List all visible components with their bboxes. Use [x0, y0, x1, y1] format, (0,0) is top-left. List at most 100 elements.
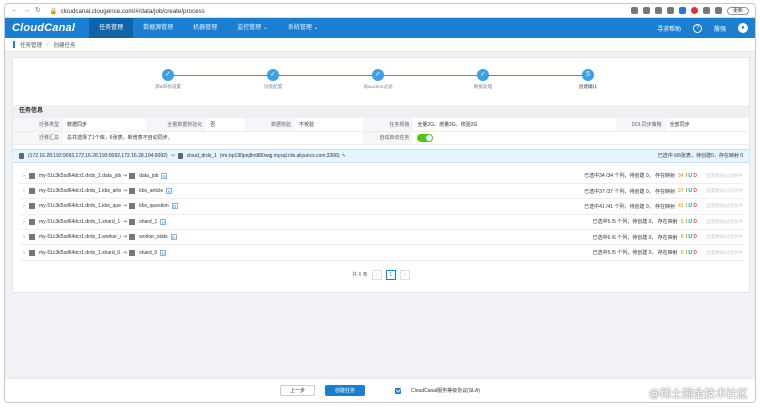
filter-link[interactable]: 配置数据过滤条件 — [703, 234, 743, 240]
chevron-right-icon[interactable]: › — [19, 219, 29, 225]
chevron-right-icon[interactable]: › — [19, 234, 29, 240]
edit-tag-icon[interactable]: R — [166, 188, 173, 195]
table-source: my-51c3k5sd64dcr1.drds_1.worker_stats — [39, 234, 121, 241]
info-value: 否 — [206, 118, 245, 132]
edit-tag-icon[interactable]: R — [170, 234, 177, 241]
sla-checkbox[interactable] — [395, 387, 402, 394]
chevron-right-icon[interactable]: › — [19, 188, 29, 194]
extension-red-icon[interactable] — [690, 7, 698, 14]
table-target: data_job — [139, 172, 159, 179]
sla-link[interactable]: CloudCanal服务等级协议(SLA) — [411, 387, 480, 394]
filter-link[interactable]: 配置数据过滤条件 — [703, 173, 743, 179]
edit-tag-icon[interactable]: R — [171, 203, 178, 210]
table-icon — [129, 172, 136, 179]
auto-start-toggle[interactable] — [417, 133, 434, 142]
step-label: 创建确认 — [578, 84, 598, 89]
table-icon — [29, 188, 35, 195]
database-icon — [177, 152, 183, 159]
reload-icon[interactable]: ↻ — [35, 7, 41, 14]
edit-tag-icon[interactable]: R — [160, 249, 167, 256]
nav-item-system[interactable]: 系统管理 ⌄ — [278, 18, 329, 38]
table-icon — [29, 172, 35, 179]
footer-bar: 上一步 创建任务 CloudCanal服务等级协议(SLA) — [5, 378, 755, 402]
create-task-button[interactable]: 创建任务 — [325, 385, 366, 396]
edit-tag-icon[interactable]: R — [161, 172, 168, 179]
action-badges: 41 I U D — [678, 203, 697, 210]
prev-page-button[interactable]: ‹ — [371, 269, 382, 280]
table-source: my-51c3k5sd64dcr1.drds_1.data_job — [39, 172, 121, 179]
edit-tag-icon[interactable]: R — [160, 218, 167, 225]
filter-link[interactable]: 配置数据过滤条件 — [703, 219, 743, 225]
table-icon — [129, 188, 136, 195]
info-value: 不校验 — [294, 118, 364, 132]
table-stat: 已选中5 /5 个列，待创建 0， 存在映射 — [592, 219, 678, 226]
arrow-right-icon: ⇒ — [123, 203, 128, 210]
key-icon[interactable] — [630, 7, 638, 14]
table-icon — [29, 203, 35, 210]
table-stat: 已选中41 /41 个列，待创建 0， 存在映射 — [584, 203, 676, 210]
table-row[interactable]: › my-51c3k5sd64dcr1.drds_1.shard_0 ⇒ sha… — [19, 245, 743, 261]
table-row[interactable]: › my-51c3k5sd64dcr1.drds_1.kbs_article ⇒… — [19, 184, 743, 200]
table-icon — [129, 249, 136, 256]
table-row[interactable]: › my-51c3k5sd64dcr1.drds_1.kbs_question … — [19, 199, 743, 215]
table-stat: 已选中5 /5 个列，待创建 0， 存在映射 — [592, 250, 678, 257]
info-value: 全量2G、增量2G、校验2G — [413, 118, 616, 132]
info-key: 任务规格 — [363, 118, 414, 132]
profile-icon[interactable] — [714, 7, 722, 14]
chevron-right-icon[interactable]: › — [19, 203, 29, 209]
table-icon — [29, 249, 35, 256]
user-name[interactable]: 殷强 — [714, 24, 726, 33]
puzzle-icon[interactable] — [702, 7, 710, 14]
chevron-right-icon[interactable]: › — [19, 173, 29, 179]
nav-item-monitor[interactable]: 监控管理 ⌄ — [227, 18, 278, 38]
star-icon[interactable] — [654, 7, 662, 14]
question-icon[interactable]: ? — [692, 23, 702, 33]
step-label: 数据处理 — [473, 84, 493, 89]
translate-icon[interactable] — [642, 7, 650, 14]
table-row[interactable]: › my-51c3k5sd64dcr1.drds_1.shard_1 ⇒ sha… — [19, 215, 743, 231]
info-key: 数据校验 — [244, 118, 295, 132]
nav-item-datasources[interactable]: 数据源管理 — [133, 18, 183, 38]
auto-start-cell — [413, 131, 749, 145]
nav-item-machines[interactable]: 机器管理 — [183, 18, 227, 38]
table-icon — [29, 234, 35, 241]
arrow-right-icon: ⇒ — [123, 188, 128, 195]
check-icon: ✓ — [162, 69, 174, 81]
prev-step-button[interactable]: 上一步 — [280, 385, 316, 396]
table-source: my-51c3k5sd64dcr1.drds_1.kbs_article — [39, 188, 121, 195]
arrow-right-icon: ⇒ — [170, 152, 175, 159]
breadcrumb-separator: / — [47, 41, 49, 48]
edit-icon[interactable]: ✎ — [342, 153, 346, 159]
breadcrumb: 任务管理 / 创建任务 — [5, 38, 755, 52]
filter-link[interactable]: 配置数据过滤条件 — [703, 203, 743, 209]
table-row[interactable]: › my-51c3k5sd64dcr1.drds_1.worker_stats … — [19, 230, 743, 246]
chevron-right-icon[interactable]: › — [19, 250, 29, 256]
steps: ✓ 源&目标设置 ✓ 功能配置 ✓ 表&action过滤 ✓ 数据处理 5 创建… — [13, 58, 749, 98]
forward-icon[interactable]: → — [23, 7, 30, 14]
address-bar[interactable]: 🔒 cloudcanal.clougence.com/#/data/job/cre… — [50, 7, 626, 15]
extension-blue-icon[interactable] — [678, 7, 686, 14]
db-target-host: (rm-bp190pnj8m880wqj.mysql.rds.aliyuncs.… — [219, 152, 340, 159]
check-icon: ✓ — [267, 69, 279, 81]
update-button[interactable]: 更新 — [726, 6, 749, 15]
back-icon[interactable]: ← — [11, 7, 18, 14]
avatar[interactable]: ● — [738, 23, 748, 33]
action-badges: 37 I U D — [678, 188, 697, 195]
watermark: @稀土掘金技术社区 — [649, 387, 748, 400]
lock-icon: 🔒 — [49, 7, 58, 15]
table-row[interactable]: › my-51c3k5sd64dcr1.drds_1.data_job ⇒ da… — [19, 169, 743, 184]
pagination: 共 6 条 ‹ 1 › — [13, 269, 749, 280]
filter-link[interactable]: 配置数据过滤条件 — [703, 250, 743, 256]
extension-icon[interactable] — [666, 7, 674, 14]
next-page-button[interactable]: › — [399, 269, 410, 280]
filter-link[interactable]: 配置数据过滤条件 — [703, 188, 743, 194]
breadcrumb-root[interactable]: 任务管理 — [20, 41, 42, 49]
page-button[interactable]: 1 — [385, 269, 396, 280]
nav-item-tasks[interactable]: 任务管理 — [89, 18, 134, 38]
table-source: my-51c3k5sd64dcr1.drds_1.kbs_question — [39, 203, 121, 210]
section-title: 任务信息 — [13, 105, 749, 118]
step-label: 源&目标设置 — [154, 84, 182, 89]
table-source: my-51c3k5sd64dcr1.drds_1.shard_0 — [39, 249, 121, 256]
db-mapping-row[interactable]: (172.16.28.192:9092,172.16.28.193:9092,1… — [13, 148, 749, 163]
help-link[interactable]: 寻求帮助 — [657, 24, 681, 33]
